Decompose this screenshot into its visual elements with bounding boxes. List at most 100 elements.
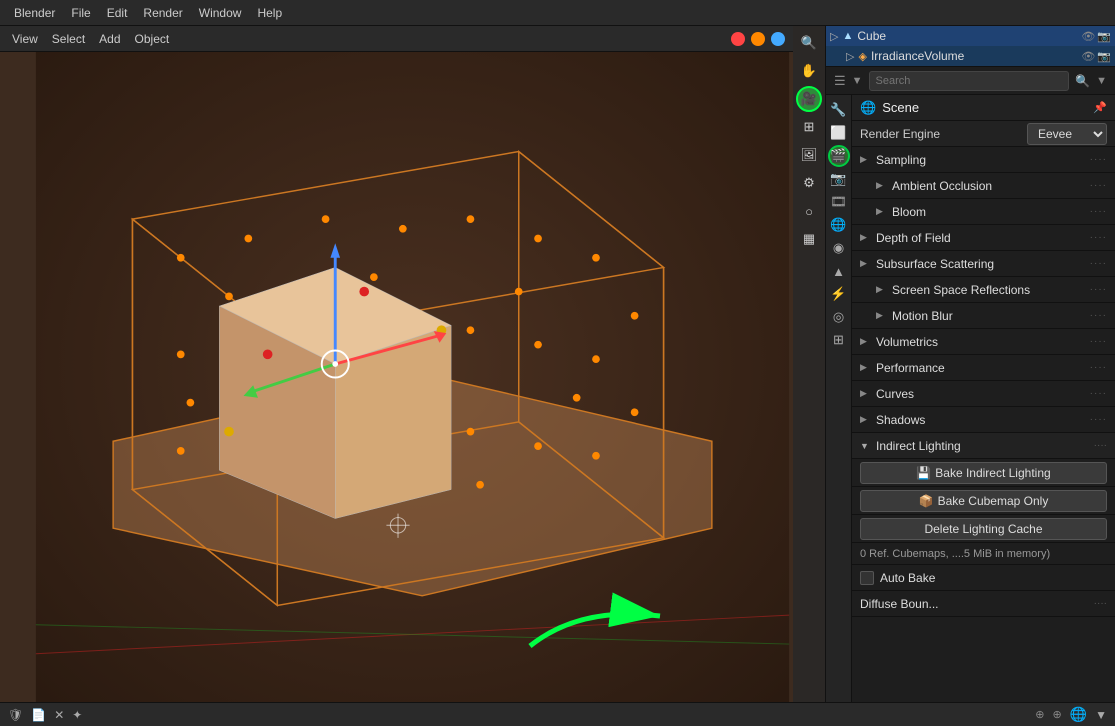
menu-blender[interactable]: Blender — [8, 4, 61, 22]
cube-icon: ▲ — [842, 30, 853, 42]
sss-dots: ···· — [1090, 258, 1107, 269]
section-sampling[interactable]: ▶ Sampling ···· — [852, 147, 1115, 173]
bake-indirect-label: Bake Indirect Lighting — [935, 466, 1050, 480]
viewport-header: View Select Add Object — [0, 26, 793, 52]
dof-dots: ···· — [1090, 232, 1107, 243]
viewport[interactable]: View Select Add Object — [0, 26, 825, 702]
section-sss[interactable]: ▶ Subsurface Scattering ···· — [852, 251, 1115, 277]
curves-label: Curves — [876, 387, 1086, 401]
scene-props-icon[interactable]: 🌐 — [828, 214, 850, 236]
vp-zoom-icon[interactable]: 🔍 — [796, 30, 822, 56]
vp-grab-icon[interactable]: ✋ — [796, 58, 822, 84]
particles-icon[interactable]: ◎ — [828, 306, 850, 328]
pin-icon[interactable]: 📌 — [1093, 101, 1107, 114]
vp-image-icon[interactable]: 🖼 — [796, 142, 822, 168]
bake-icon: 💾 — [916, 466, 931, 480]
props-search-icon: 🔍 — [1075, 74, 1090, 88]
section-dof[interactable]: ▶ Depth of Field ···· — [852, 225, 1115, 251]
main-area: View Select Add Object — [0, 26, 1115, 702]
shield-icon[interactable]: 🛡 — [8, 708, 23, 722]
mb-dots: ···· — [1090, 310, 1107, 321]
render-props-icon[interactable]: 🎬 — [828, 145, 850, 167]
chevron-ao: ▶ — [876, 180, 888, 191]
info-row: 0 Ref. Cubemaps, ....5 MiB in memory) — [852, 543, 1115, 565]
menu-window[interactable]: Window — [193, 4, 248, 22]
file-icon[interactable]: 📄 — [31, 708, 46, 722]
cube-outline-icon: ▷ — [830, 30, 838, 43]
chevron-curves: ▶ — [860, 388, 872, 399]
section-shadows[interactable]: ▶ Shadows ···· — [852, 407, 1115, 433]
earth-icon[interactable]: 🌐 — [1070, 706, 1087, 723]
render-engine-label: Render Engine — [860, 127, 1021, 141]
auto-bake-checkbox[interactable] — [860, 571, 874, 585]
outliner-row-cube[interactable]: ▷ ▲ Cube 👁 📷 — [826, 26, 1115, 46]
perf-label: Performance — [876, 361, 1086, 375]
props-content: 🌐 Scene 📌 Render Engine Eevee ▶ Sampling… — [852, 95, 1115, 702]
close-status-icon[interactable]: ✕ — [54, 708, 64, 722]
expand-icon[interactable]: ▼ — [1096, 75, 1107, 87]
props-dropdown-icon[interactable]: ▼ — [852, 75, 863, 87]
object-props-icon[interactable]: ▲ — [828, 260, 850, 282]
vp-settings-icon[interactable]: ⚙ — [796, 170, 822, 196]
vp-checker-icon[interactable]: ▦ — [796, 226, 822, 252]
menu-edit[interactable]: Edit — [101, 4, 134, 22]
active-tool-icon[interactable]: ⬜ — [828, 122, 850, 144]
vp-view-menu[interactable]: View — [8, 30, 42, 48]
menu-render[interactable]: Render — [137, 4, 188, 22]
camera-outliner-icon[interactable]: 📷 — [1097, 30, 1111, 43]
curves-dots: ···· — [1090, 388, 1107, 399]
section-ambient-occlusion[interactable]: ▶ Ambient Occlusion ···· — [852, 173, 1115, 199]
delete-cache-button[interactable]: Delete Lighting Cache — [860, 518, 1107, 540]
indirect-lighting-label: Indirect Lighting — [876, 439, 1090, 453]
render-engine-select[interactable]: Eevee — [1027, 123, 1107, 145]
auto-bake-label[interactable]: Auto Bake — [860, 571, 935, 585]
menu-help[interactable]: Help — [251, 4, 288, 22]
scene-svg — [0, 26, 825, 702]
star-icon[interactable]: ✦ — [72, 708, 82, 722]
tools-icon[interactable]: 🔧 — [828, 99, 850, 121]
vp-object-menu[interactable]: Object — [131, 30, 174, 48]
shadows-label: Shadows — [876, 413, 1086, 427]
indirect-lighting-header[interactable]: ▼ Indirect Lighting ···· — [852, 433, 1115, 459]
output-props-icon[interactable]: 📷 — [828, 168, 850, 190]
bake-cubemap-button[interactable]: 📦 Bake Cubemap Only — [860, 490, 1107, 512]
eye2-icon[interactable]: 👁 — [1081, 50, 1095, 63]
section-performance[interactable]: ▶ Performance ···· — [852, 355, 1115, 381]
render-engine-row: Render Engine Eevee — [852, 121, 1115, 147]
mb-label: Motion Blur — [892, 309, 1086, 323]
chevron-indirect: ▼ — [860, 441, 872, 451]
eye-icon[interactable]: 👁 — [1081, 30, 1095, 43]
section-volumetrics[interactable]: ▶ Volumetrics ···· — [852, 329, 1115, 355]
vp-add-menu[interactable]: Add — [95, 30, 124, 48]
vp-sphere-icon[interactable]: ○ — [796, 198, 822, 224]
bake-indirect-button[interactable]: 💾 Bake Indirect Lighting — [860, 462, 1107, 484]
down-arrow-icon[interactable]: ▼ — [1095, 708, 1107, 722]
vp-select-menu[interactable]: Select — [48, 30, 89, 48]
section-curves[interactable]: ▶ Curves ···· — [852, 381, 1115, 407]
section-bloom[interactable]: ▶ Bloom ···· — [852, 199, 1115, 225]
camera2-icon[interactable]: 📷 — [1097, 50, 1111, 63]
physics-icon[interactable]: ⊞ — [828, 329, 850, 351]
header-menu-bar: Blender File Edit Render Window Help — [0, 0, 1115, 26]
props-search-input[interactable] — [869, 71, 1070, 91]
props-layout: 🔧 ⬜ 🎬 📷 🎞 🌐 ◉ ▲ ⚡ ◎ ⊞ 🌐 Scene 📌 — [826, 95, 1115, 702]
view-layer-icon[interactable]: 🎞 — [828, 191, 850, 213]
world-icon[interactable]: ◉ — [828, 237, 850, 259]
vp-camera-icon[interactable]: 🎥 — [796, 86, 822, 112]
section-motion-blur[interactable]: ▶ Motion Blur ···· — [852, 303, 1115, 329]
bake-cubemap-row: 📦 Bake Cubemap Only — [852, 487, 1115, 515]
dot-blue — [771, 32, 785, 46]
modifier-icon[interactable]: ⚡ — [828, 283, 850, 305]
menu-file[interactable]: File — [65, 4, 96, 22]
scene-icon: 🌐 — [860, 100, 876, 116]
diffuse-label: Diffuse Boun... — [860, 597, 1094, 611]
bloom-dots: ···· — [1090, 206, 1107, 217]
vp-grid-icon[interactable]: ⊞ — [796, 114, 822, 140]
section-ssr[interactable]: ▶ Screen Space Reflections ···· — [852, 277, 1115, 303]
auto-bake-text: Auto Bake — [880, 571, 935, 585]
outliner-row-irradiance[interactable]: ▷ ◈ IrradianceVolume 👁 📷 — [826, 46, 1115, 66]
cubemap-icon: 📦 — [919, 494, 934, 508]
dot-red — [731, 32, 745, 46]
sampling-label: Sampling — [876, 153, 1086, 167]
auto-bake-row: Auto Bake — [852, 565, 1115, 591]
